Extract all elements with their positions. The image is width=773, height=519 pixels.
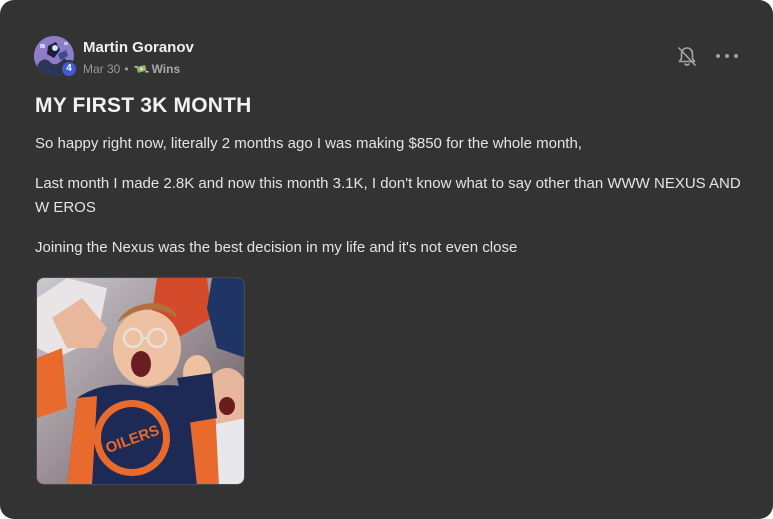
more-dot <box>725 54 729 58</box>
post-title: MY FIRST 3K MONTH <box>35 94 252 117</box>
post-meta: Mar 30 • Wins <box>83 62 180 76</box>
author-name[interactable]: Martin Goranov <box>83 39 194 56</box>
more-dot <box>734 54 738 58</box>
category-link[interactable]: Wins <box>133 62 181 76</box>
post-date[interactable]: Mar 30 <box>83 62 120 76</box>
money-with-wings-icon <box>133 65 149 73</box>
meta-separator: • <box>124 62 129 76</box>
post-card: 4 Martin Goranov Mar 30 • Wins MY FIRST … <box>0 0 773 519</box>
more-dot <box>716 54 720 58</box>
category-label: Wins <box>151 62 181 76</box>
more-horizontal-icon[interactable] <box>716 48 738 64</box>
bell-off-icon[interactable] <box>677 46 697 68</box>
author-avatar-container[interactable]: 4 <box>34 36 78 78</box>
post-paragraph: So happy right now, literally 2 months a… <box>35 135 582 152</box>
post-paragraph: Joining the Nexus was the best decision … <box>35 239 518 256</box>
post-paragraph: Last month I made 2.8K and now this mont… <box>35 175 741 216</box>
post-gif-image[interactable]: OILERS <box>36 277 245 485</box>
celebration-gif: OILERS <box>37 278 244 484</box>
level-badge: 4 <box>60 60 78 78</box>
